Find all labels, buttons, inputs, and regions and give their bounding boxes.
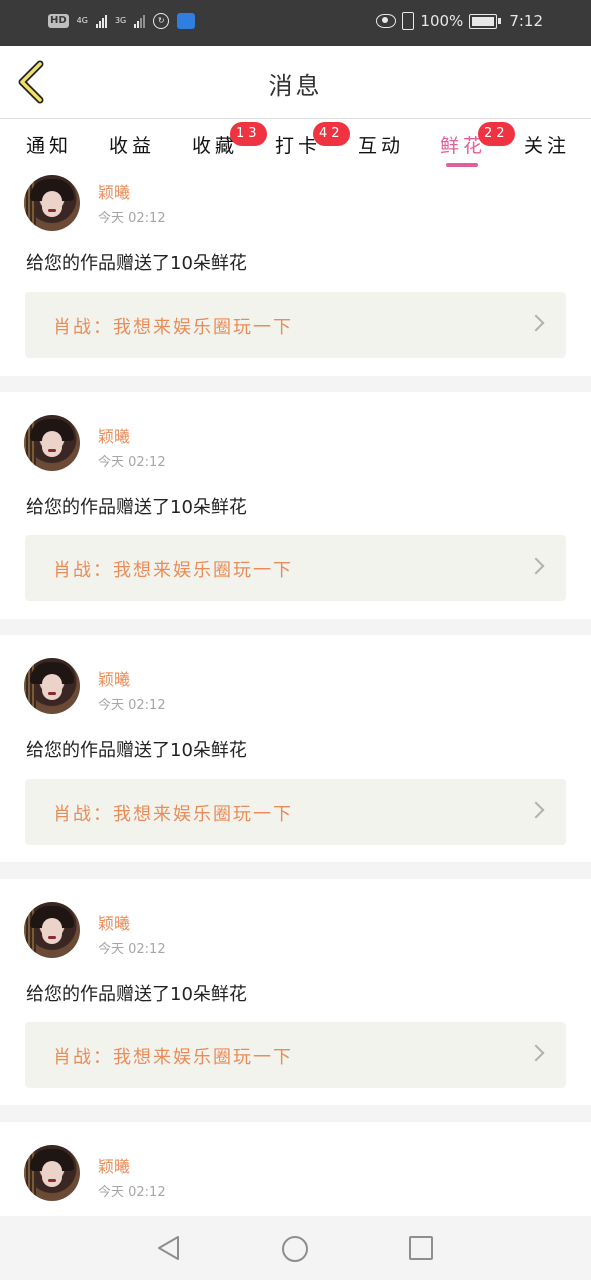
timestamp: 今天 02:12 — [98, 211, 166, 226]
work-link[interactable]: 肖战：我想来娱乐圈玩一下 — [25, 535, 566, 601]
message-text: 给您的作品赠送了10朵鲜花 — [26, 497, 247, 518]
chevron-right-icon — [527, 557, 545, 575]
message-text: 给您的作品赠送了10朵鲜花 — [26, 740, 247, 761]
page-title: 消息 — [268, 72, 323, 100]
tab-label: 通知 — [26, 135, 73, 157]
work-link[interactable]: 肖战：我想来娱乐圈玩一下 — [25, 1022, 566, 1088]
username[interactable]: 颖曦 — [98, 423, 130, 447]
status-bar: HD 4G 3G ↻ 100% 7:12 — [0, 0, 591, 46]
back-nav-icon[interactable] — [156, 1235, 182, 1261]
message-text: 给您的作品赠送了10朵鲜花 — [26, 984, 247, 1005]
chevron-right-icon — [527, 801, 545, 819]
timestamp: 今天 02:12 — [98, 942, 166, 957]
tab-flowers[interactable]: 鲜花 22 — [440, 122, 515, 158]
avatar[interactable] — [24, 415, 80, 471]
signal-icon — [95, 14, 107, 28]
timestamp: 今天 02:12 — [98, 455, 166, 470]
tab-earnings[interactable]: 收益 — [109, 131, 155, 158]
title-bar: 消息 — [0, 46, 591, 119]
wifi-hotspot-icon — [177, 13, 196, 29]
work-title: 肖战：我想来娱乐圈玩一下 — [53, 804, 293, 825]
active-tab-indicator — [446, 163, 478, 167]
unread-badge: 22 — [478, 122, 515, 146]
tab-bar: 通知 收益 收藏 13 打卡 42 互动 鲜花 22 关注 — [0, 119, 591, 171]
message-card: 颖曦 今天 02:12 给您的作品赠送了10朵鲜花 肖战：我想来娱乐圈玩一下 — [0, 392, 591, 619]
avatar[interactable] — [24, 902, 80, 958]
home-nav-icon[interactable] — [282, 1236, 308, 1262]
username[interactable]: 颖曦 — [98, 1153, 130, 1177]
timestamp: 今天 02:12 — [98, 1185, 166, 1200]
chevron-right-icon — [527, 314, 545, 332]
unread-badge: 42 — [313, 122, 350, 146]
vibrate-icon — [402, 12, 415, 30]
message-text: 给您的作品赠送了10朵鲜花 — [26, 253, 247, 274]
message-card: 颖曦 今天 02:12 给您的作品赠送了10朵鲜花 肖战：我想来娱乐圈玩一下 — [0, 171, 591, 376]
battery-percent: 100% — [420, 12, 464, 30]
tab-interactions[interactable]: 互动 — [358, 131, 404, 158]
work-title: 肖战：我想来娱乐圈玩一下 — [53, 560, 293, 581]
work-link[interactable]: 肖战：我想来娱乐圈玩一下 — [25, 779, 566, 845]
username[interactable]: 颖曦 — [98, 179, 130, 203]
tab-notifications[interactable]: 通知 — [26, 131, 72, 158]
tab-favorites[interactable]: 收藏 13 — [192, 122, 267, 158]
volte-icon: ↻ — [153, 13, 170, 29]
message-card: 颖曦 今天 02:12 — [0, 1122, 591, 1216]
tab-label: 关注 — [524, 135, 571, 157]
eye-comfort-icon — [376, 14, 397, 28]
tab-label: 收益 — [109, 135, 156, 157]
system-nav-bar — [0, 1216, 591, 1280]
battery-icon — [469, 13, 502, 29]
message-card: 颖曦 今天 02:12 给您的作品赠送了10朵鲜花 肖战：我想来娱乐圈玩一下 — [0, 635, 591, 862]
signal-icon-2 — [134, 14, 146, 28]
network-3g-indicator: 3G — [114, 16, 127, 25]
unread-badge: 13 — [230, 122, 267, 146]
avatar[interactable] — [24, 1145, 80, 1201]
network-4g-indicator: 4G — [76, 16, 88, 25]
avatar[interactable] — [24, 175, 80, 231]
timestamp: 今天 02:12 — [98, 698, 166, 713]
clock: 7:12 — [509, 12, 543, 30]
work-title: 肖战：我想来娱乐圈玩一下 — [53, 317, 293, 338]
tab-label: 互动 — [358, 135, 405, 157]
username[interactable]: 颖曦 — [98, 666, 130, 690]
username[interactable]: 颖曦 — [98, 910, 130, 934]
avatar[interactable] — [24, 658, 80, 714]
recents-nav-icon[interactable] — [409, 1236, 433, 1260]
message-list[interactable]: 颖曦 今天 02:12 给您的作品赠送了10朵鲜花 肖战：我想来娱乐圈玩一下 颖… — [0, 171, 591, 1216]
chevron-right-icon — [527, 1044, 545, 1062]
tab-checkin[interactable]: 打卡 42 — [275, 122, 350, 158]
hd-indicator: HD — [48, 14, 69, 28]
work-link[interactable]: 肖战：我想来娱乐圈玩一下 — [25, 292, 566, 358]
message-card: 颖曦 今天 02:12 给您的作品赠送了10朵鲜花 肖战：我想来娱乐圈玩一下 — [0, 879, 591, 1105]
tab-following[interactable]: 关注 — [524, 131, 570, 158]
work-title: 肖战：我想来娱乐圈玩一下 — [53, 1047, 293, 1068]
